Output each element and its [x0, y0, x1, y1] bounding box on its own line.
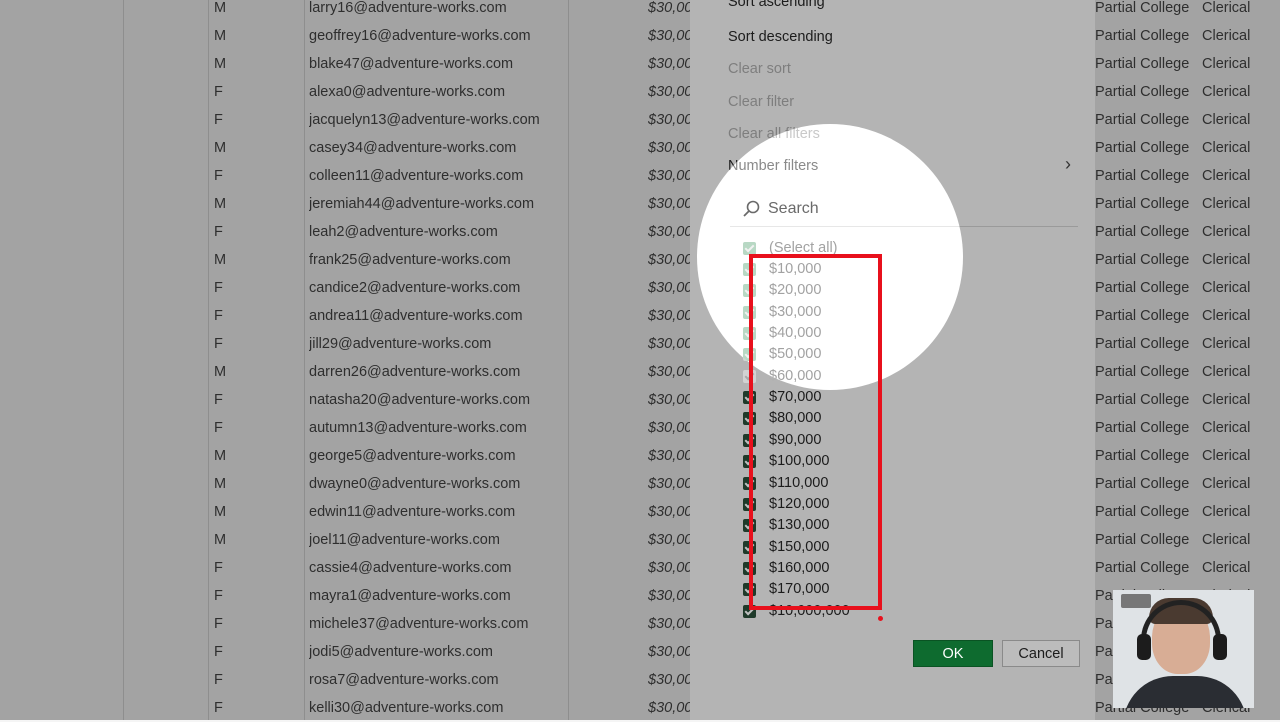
- chevron-right-icon: ›: [1065, 154, 1071, 174]
- search-input[interactable]: Search: [730, 192, 963, 227]
- webcam-overlay: [1113, 590, 1254, 708]
- annotation-dot: [878, 616, 883, 621]
- search-placeholder: Search: [768, 200, 819, 217]
- clear-all-filters-item: Clear all filters: [728, 126, 820, 142]
- sort-ascending-item[interactable]: Sort ascending: [728, 0, 825, 10]
- headphone-ear-left: [1137, 634, 1151, 660]
- highlight-box: [749, 254, 882, 610]
- sort-descending-item[interactable]: Sort descending: [728, 29, 833, 45]
- webcam-person-body: [1123, 676, 1247, 708]
- ok-button[interactable]: OK: [913, 640, 993, 667]
- number-filters-item[interactable]: Number filters: [728, 158, 818, 174]
- cancel-button[interactable]: Cancel: [1002, 640, 1080, 667]
- clear-filter-item: Clear filter: [728, 94, 795, 110]
- clear-sort-item: Clear sort: [728, 61, 791, 77]
- search-icon: [742, 200, 760, 223]
- headphone-ear-right: [1213, 634, 1227, 660]
- webcam-background-object: [1121, 594, 1151, 608]
